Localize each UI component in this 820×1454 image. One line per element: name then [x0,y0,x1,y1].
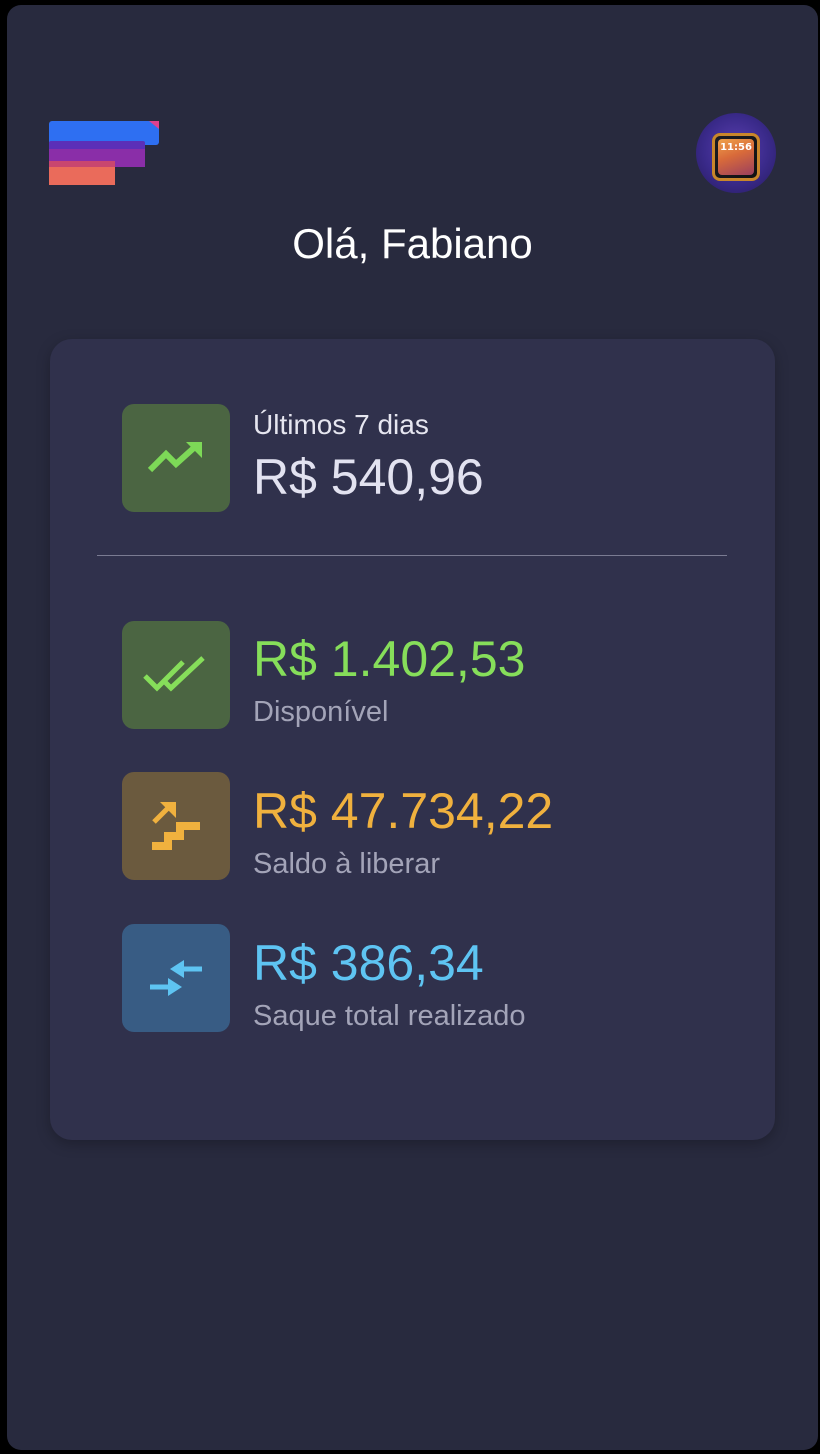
pending-icon-box [122,772,230,880]
available-icon-box [122,621,230,729]
avatar-clock-text: 11:56 [720,142,752,153]
available-balance-label: Disponível [253,696,389,728]
trending-up-icon [147,442,202,473]
arrows-inward-icon [150,960,202,996]
card-divider [97,555,727,556]
device-clock-icon: 11:56 [712,133,760,181]
pending-balance-value: R$ 47.734,22 [253,783,554,839]
summary-period-label: Últimos 7 dias [253,409,429,440]
pending-balance-label: Saldo à liberar [253,848,440,880]
summary-period-value: R$ 540,96 [253,449,484,505]
balance-card: Últimos 7 dias R$ 540,96 R$ 1.402,53 Dis… [50,339,775,1140]
available-balance-value: R$ 1.402,53 [253,631,526,687]
trending-up-icon-box [122,404,230,512]
withdrawn-total-value: R$ 386,34 [253,935,484,991]
app-logo-icon [49,121,159,185]
greeting-title: Olá, Fabiano [292,220,533,267]
withdrawn-total-label: Saque total realizado [253,1000,526,1032]
app-screen: 11:56 Olá, Fabiano Últimos 7 dias R$ 540… [7,5,818,1450]
double-check-icon [143,656,205,692]
user-avatar[interactable]: 11:56 [696,113,776,193]
stairs-up-icon [152,802,200,850]
withdrawn-icon-box [122,924,230,1032]
